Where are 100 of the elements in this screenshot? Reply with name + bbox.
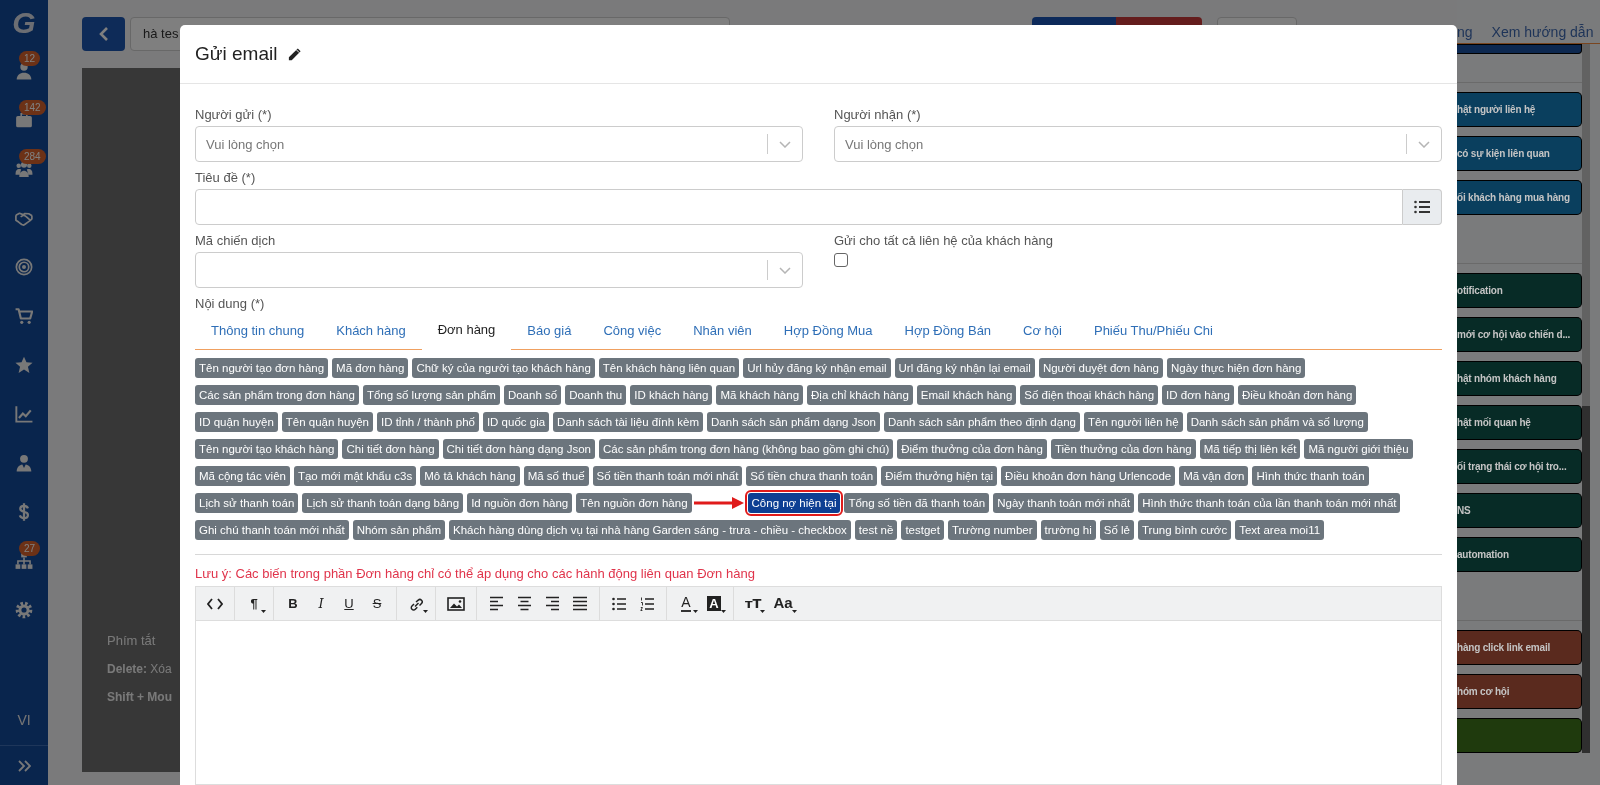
tab[interactable]: Phiếu Thu/Phiếu Chi — [1077, 312, 1229, 349]
variable-tag[interactable]: Mã khách hàng — [716, 385, 804, 405]
star-icon[interactable] — [15, 355, 33, 374]
variable-tag[interactable]: Url hủy đăng ký nhận email — [743, 358, 891, 378]
action-card[interactable]: ối khách hàng mua hàng — [1457, 180, 1582, 215]
dropdown-field[interactable]: Vui lòng chọn — [195, 126, 803, 162]
checkbox[interactable] — [834, 253, 848, 267]
variable-tag[interactable]: Tạo mới mật khẩu c3s — [293, 466, 417, 486]
variable-tag[interactable]: Chi tiết đơn hàng dạng Json — [442, 439, 595, 459]
underline-button[interactable]: U — [336, 590, 362, 617]
logo[interactable]: G — [12, 8, 36, 38]
variable-tag[interactable]: Nhóm sản phẩm — [352, 520, 445, 540]
variable-tag[interactable]: Danh sách sản phẩm dạng Json — [707, 412, 880, 432]
font-size-button[interactable]: ᴛT — [740, 590, 767, 617]
tab[interactable]: Công việc — [587, 312, 678, 349]
variable-tag[interactable]: Địa chỉ khách hàng — [807, 385, 913, 405]
scrollbar[interactable] — [1582, 44, 1590, 753]
settings-icon[interactable] — [15, 600, 33, 619]
tab[interactable]: Cơ hội — [1007, 312, 1078, 349]
variable-tag[interactable]: Người duyệt đơn hàng — [1038, 358, 1164, 378]
variable-tag[interactable]: Tên người liên hệ — [1083, 412, 1183, 432]
variable-tag[interactable]: Doanh số — [503, 385, 562, 405]
tab[interactable]: Báo giá — [511, 312, 588, 349]
action-card[interactable]: hàng click link email — [1457, 630, 1582, 665]
variable-tag[interactable]: Lịch sử thanh toán — [195, 493, 299, 513]
dropdown-field[interactable]: Vui lòng chọn — [834, 126, 1442, 162]
variable-tag[interactable]: Mã số thuế — [523, 466, 589, 486]
variable-tag[interactable]: Trường number — [947, 520, 1037, 540]
variable-tag[interactable]: Số điện thoại khách hàng — [1020, 385, 1159, 405]
person-tie-icon[interactable] — [15, 453, 33, 472]
briefcase-icon[interactable] — [15, 110, 33, 129]
action-card[interactable]: hật người liên hệ — [1457, 92, 1582, 127]
variable-tag[interactable]: Text area moi11 — [1235, 520, 1325, 540]
variable-tag[interactable]: Số lẻ — [1099, 520, 1134, 540]
variable-tag[interactable]: Tên quận huyện — [281, 412, 373, 432]
variable-tag[interactable]: Mã vận đơn — [1179, 466, 1249, 486]
variable-tag[interactable]: Mã cộng tác viên — [195, 466, 290, 486]
header-link[interactable]: Xem hướng dẫn — [1491, 22, 1594, 43]
variable-tag[interactable]: Ngày thanh toán mới nhất — [993, 493, 1135, 513]
action-card[interactable]: ối trạng thái cơ hội tro... — [1457, 449, 1582, 484]
variable-tag[interactable]: Mô tả khách hàng — [420, 466, 520, 486]
target-icon[interactable] — [15, 257, 33, 276]
variable-tag[interactable]: Tên khách hàng liên quan — [598, 358, 740, 378]
action-card[interactable]: mới cơ hội vào chiến d... — [1457, 317, 1582, 352]
variable-tag[interactable]: Điều khoản đơn hàng — [1237, 385, 1357, 405]
action-card[interactable]: hật nhóm khách hàng — [1457, 361, 1582, 396]
tab[interactable]: Nhân viên — [677, 312, 768, 349]
variable-tag[interactable]: Tên người tạo đơn hàng — [195, 358, 329, 378]
list-button[interactable] — [1403, 189, 1442, 225]
action-card[interactable]: automation — [1457, 537, 1582, 572]
variable-tag[interactable]: Các sản phẩm trong đơn hàng (không bao gồm ghi chú) — [598, 439, 894, 459]
variable-tag[interactable]: ID quốc gia — [482, 412, 550, 432]
variable-tag[interactable]: Tiền thưởng của đơn hàng — [1050, 439, 1196, 459]
tab[interactable]: Khách hàng — [320, 312, 422, 349]
variable-tag[interactable]: Số tiền chưa thanh toán — [746, 466, 878, 486]
variable-tag[interactable]: Danh sách sản phẩm và số lượng — [1186, 412, 1368, 432]
variable-tag[interactable]: Danh sách tài liệu đính kèm — [553, 412, 704, 432]
tab[interactable]: Hợp Đồng Mua — [767, 312, 889, 349]
action-card[interactable]: hóm cơ hội — [1457, 674, 1582, 709]
action-card[interactable]: hật mối quan hệ — [1457, 405, 1582, 440]
dropdown-field[interactable] — [195, 252, 803, 288]
variable-tag[interactable]: Chi tiết đơn hàng — [342, 439, 439, 459]
variable-tag[interactable]: Lịch sử thanh toán dạng bảng — [302, 493, 464, 513]
variable-tag[interactable]: Tên người tạo khách hàng — [195, 439, 339, 459]
font-color-button[interactable]: A — [673, 590, 699, 617]
variable-tag[interactable]: Danh sách sản phẩm theo định dạng — [884, 412, 1080, 432]
variable-tag[interactable]: Hình thức thanh toán — [1252, 466, 1369, 486]
highlight-button[interactable]: A — [701, 590, 727, 617]
font-style-button[interactable]: Aa — [768, 590, 798, 617]
variable-tag[interactable]: Tổng số tiền đã thanh toán — [844, 493, 990, 513]
variable-tag[interactable]: Trung bình cước — [1138, 520, 1232, 540]
text-input[interactable] — [195, 189, 1403, 225]
line-chart-icon[interactable] — [15, 404, 33, 423]
variable-tag[interactable]: test nề — [854, 520, 898, 540]
italic-button[interactable]: I — [308, 590, 334, 617]
variable-tag[interactable]: Khách hàng dùng dịch vụ tại nhà hàng Garden sáng - trưa - chiều - checkbox — [449, 520, 851, 540]
variable-tag[interactable]: Chữ ký của người tạo khách hàng — [412, 358, 595, 378]
variable-tag[interactable]: Điểm thưởng của đơn hàng — [897, 439, 1047, 459]
variable-tag[interactable]: Mã đơn hàng — [332, 358, 409, 378]
paragraph-button[interactable]: ¶ — [241, 590, 267, 617]
action-card[interactable]: NS — [1457, 493, 1582, 528]
strike-button[interactable]: S — [364, 590, 390, 617]
variable-tag[interactable]: Doanh thu — [565, 385, 627, 405]
variable-tag[interactable]: Tên nguồn đơn hàng — [576, 493, 692, 513]
variable-tag[interactable]: Url đăng ký nhận lại email — [894, 358, 1035, 378]
tab[interactable]: Thông tin chung — [195, 312, 321, 349]
variable-tag[interactable]: testget — [901, 520, 944, 540]
cart-icon[interactable] — [15, 306, 33, 325]
double-chevron-icon[interactable] — [17, 759, 31, 772]
variable-tag[interactable]: Các sản phẩm trong đơn hàng — [195, 385, 359, 405]
pencil-icon[interactable] — [287, 46, 303, 62]
variable-tag[interactable]: Ngày thực hiện đơn hàng — [1167, 358, 1306, 378]
variable-tag[interactable]: Hình thức thanh toán của lần thanh toán mới nhất — [1138, 493, 1401, 513]
language-label[interactable]: VI — [17, 695, 31, 745]
variable-tag[interactable]: Điểm thưởng hiện tại — [881, 466, 998, 486]
variable-tag[interactable]: ID đơn hàng — [1162, 385, 1234, 405]
variable-tag[interactable]: trường hi — [1040, 520, 1096, 540]
variable-tag[interactable]: Mã người giới thiệu — [1304, 439, 1413, 459]
variable-tag[interactable]: ID khách hàng — [630, 385, 713, 405]
variable-tag[interactable]: Điều khoản đơn hàng Urlencode — [1001, 466, 1176, 486]
